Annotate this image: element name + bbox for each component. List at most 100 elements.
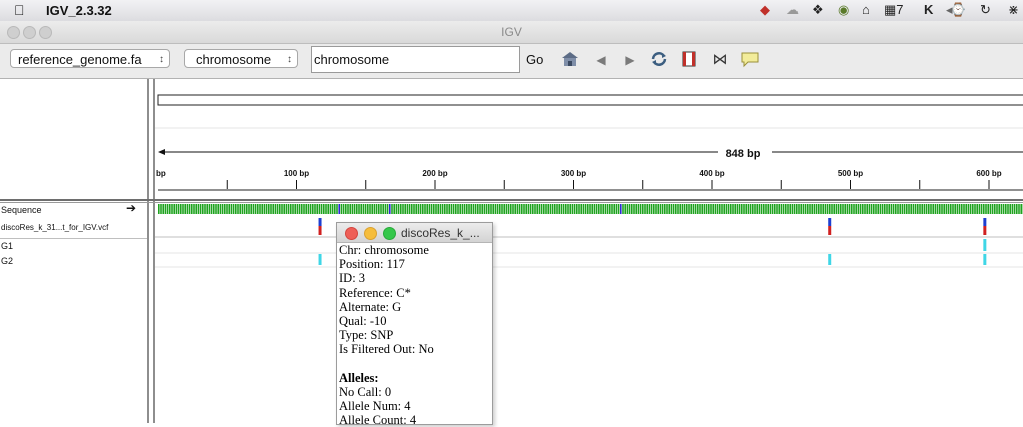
- base-mark: [754, 204, 756, 214]
- go-button[interactable]: Go: [526, 52, 543, 67]
- base-mark: [785, 204, 787, 214]
- base-mark: [607, 204, 609, 214]
- ruler-tick-label: 200 bp: [422, 169, 447, 178]
- status-icon-1[interactable]: ◆: [760, 2, 770, 18]
- base-mark: [596, 204, 598, 214]
- locus-input[interactable]: chromosome: [311, 46, 520, 73]
- forward-icon[interactable]: ▶: [620, 50, 640, 70]
- base-mark: [343, 204, 345, 214]
- variant-popup[interactable]: discoRes_k_... Chr: chromosome Position:…: [336, 222, 493, 425]
- base-mark: [952, 204, 954, 214]
- genotype-mark[interactable]: [319, 254, 322, 265]
- chromosome-select[interactable]: chromosome ↕: [184, 49, 298, 68]
- base-mark: [545, 204, 547, 214]
- variant-alt-mark[interactable]: [828, 226, 831, 235]
- base-mark: [334, 204, 336, 214]
- base-mark: [294, 204, 296, 214]
- base-mark: [866, 204, 868, 214]
- k-icon[interactable]: K: [924, 2, 933, 17]
- base-mark: [407, 204, 409, 214]
- close-icon[interactable]: [345, 227, 358, 240]
- variant-alt-mark[interactable]: [983, 226, 986, 235]
- time-machine-icon[interactable]: ↻: [980, 2, 991, 18]
- home-icon[interactable]: [560, 50, 580, 70]
- home-status-icon[interactable]: ⌂: [862, 2, 870, 17]
- base-mark: [213, 204, 215, 214]
- popup-text-icon[interactable]: [740, 50, 760, 70]
- genotype-mark[interactable]: [983, 254, 986, 265]
- base-mark: [822, 204, 824, 214]
- bluetooth-icon[interactable]: ⋇: [1008, 2, 1019, 18]
- base-mark: [160, 204, 162, 214]
- base-mark: [323, 204, 325, 214]
- base-mark: [851, 204, 853, 214]
- base-mark: [811, 204, 813, 214]
- base-mark: [248, 204, 250, 214]
- genome-select[interactable]: reference_genome.fa ↕: [10, 49, 170, 68]
- base-mark: [728, 204, 730, 214]
- base-mark: [697, 204, 699, 214]
- base-mark: [371, 204, 373, 214]
- minimize-icon[interactable]: [364, 227, 377, 240]
- base-mark: [789, 204, 791, 214]
- base-mark: [270, 204, 272, 214]
- base-mark: [987, 204, 989, 214]
- variant-ref-mark[interactable]: [828, 218, 831, 226]
- base-mark: [319, 204, 321, 214]
- base-mark: [651, 204, 653, 214]
- panel-divider[interactable]: [147, 79, 149, 423]
- base-mark: [767, 204, 769, 214]
- genotype-mark[interactable]: [828, 254, 831, 265]
- base-mark: [521, 204, 523, 214]
- base-mark: [974, 204, 976, 214]
- base-mark: [264, 204, 266, 214]
- base-mark: [642, 204, 644, 214]
- base-mark: [253, 204, 255, 214]
- popup-line-allele-count: Allele Count: 4: [339, 413, 491, 427]
- back-icon[interactable]: ◀: [591, 50, 611, 70]
- popup-title-bar[interactable]: discoRes_k_...: [337, 223, 492, 243]
- base-mark: [772, 204, 774, 214]
- base-mark: [871, 204, 873, 214]
- cloud-icon[interactable]: ☁: [786, 2, 799, 18]
- wifi-icon[interactable]: ⌚: [950, 2, 966, 18]
- vcf-track-label[interactable]: discoRes_k_31...t_for_IGV.vcf: [1, 223, 108, 232]
- base-mark: [996, 204, 998, 214]
- apple-icon[interactable]: : [14, 2, 25, 18]
- zoom-icon[interactable]: [383, 227, 396, 240]
- base-mark: [519, 204, 521, 214]
- base-mark: [552, 204, 554, 214]
- base-mark: [391, 204, 393, 214]
- base-mark: [277, 204, 279, 214]
- base-mark: [506, 204, 508, 214]
- base-mark: [897, 204, 899, 214]
- refresh-icon[interactable]: [649, 50, 669, 70]
- base-mark: [422, 204, 424, 214]
- strand-arrow-icon[interactable]: ➔: [126, 201, 136, 215]
- base-mark: [517, 204, 519, 214]
- base-mark: [297, 204, 299, 214]
- globe-icon[interactable]: ◉: [838, 2, 849, 18]
- fit-icon[interactable]: ⋈: [710, 50, 730, 70]
- base-mark: [499, 204, 501, 214]
- app-name[interactable]: IGV_2.3.32: [46, 3, 112, 18]
- dropbox-icon[interactable]: ❖: [812, 2, 824, 18]
- base-mark: [624, 204, 626, 214]
- calendar-icon[interactable]: ▦7: [884, 2, 904, 18]
- chromosome-ideogram[interactable]: [158, 95, 1023, 105]
- sequence-track-label[interactable]: Sequence: [1, 205, 42, 215]
- base-mark: [741, 204, 743, 214]
- genotype-mark[interactable]: [983, 239, 986, 251]
- variant-alt-mark[interactable]: [319, 226, 322, 235]
- base-mark: [396, 204, 398, 214]
- variant-ref-mark[interactable]: [319, 218, 322, 226]
- sample-label-g2[interactable]: G2: [1, 256, 13, 266]
- roi-icon[interactable]: [679, 50, 699, 70]
- sequence-track[interactable]: [158, 204, 1023, 214]
- variant-ref-mark[interactable]: [983, 218, 986, 226]
- base-mark: [712, 204, 714, 214]
- sample-label-g1[interactable]: G1: [1, 241, 13, 251]
- base-mark: [484, 204, 486, 214]
- data-panel[interactable]: 848 bp bp 100 bp200 bp300 bp400 bp500 bp…: [155, 79, 1023, 423]
- base-mark: [536, 204, 538, 214]
